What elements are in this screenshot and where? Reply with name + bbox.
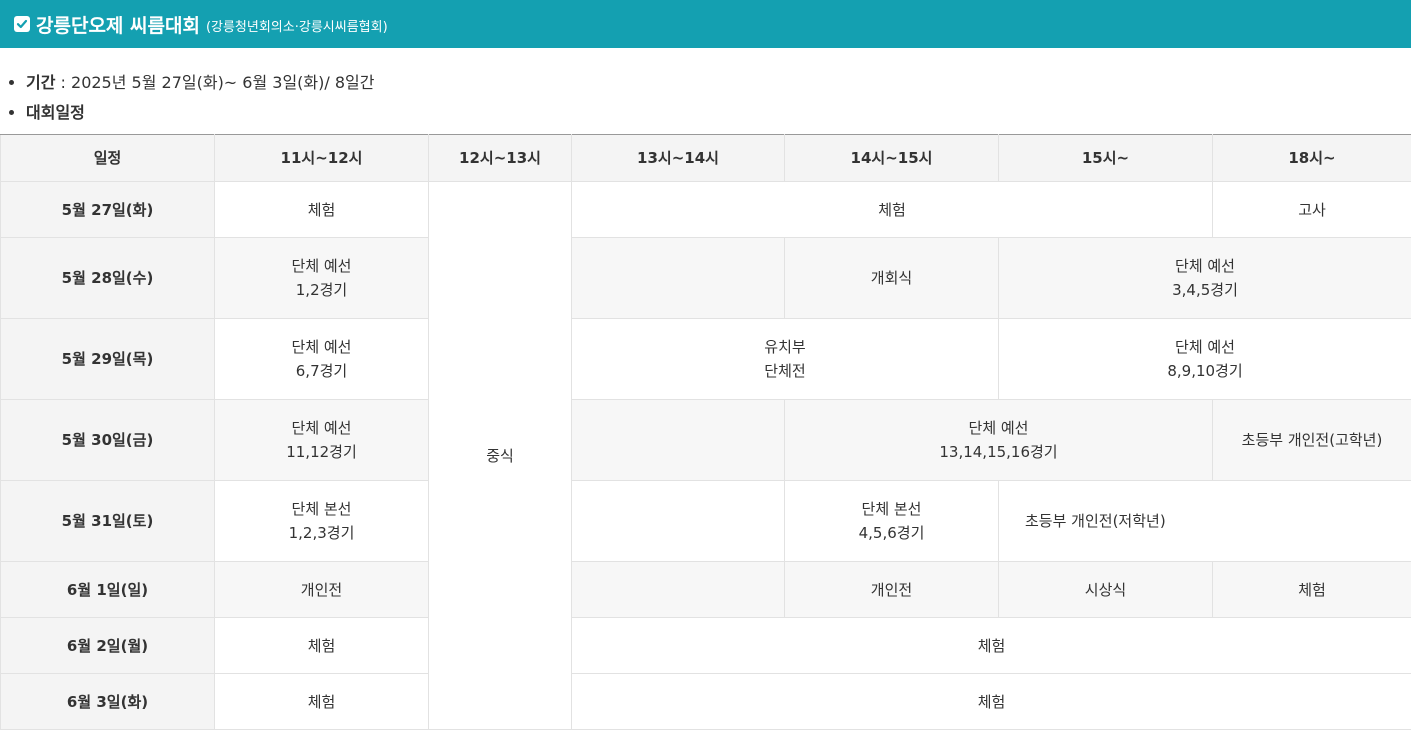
table-cell — [571, 399, 785, 481]
row-date: 5월 29일(목) — [0, 318, 215, 400]
table-cell: 단체 예선 8,9,10경기 — [998, 318, 1411, 400]
table-cell: 개회식 — [784, 237, 999, 319]
table-cell: 단체 예선 6,7경기 — [214, 318, 429, 400]
col-header-11: 11시~12시 — [214, 134, 429, 182]
lunch-cell: 중식 — [428, 181, 572, 730]
table-cell: 체험 — [214, 617, 429, 674]
table-cell — [571, 237, 785, 319]
table-cell: 초등부 개인전(고학년) — [1212, 399, 1411, 481]
table-cell: 초등부 개인전(저학년) — [998, 480, 1411, 562]
page-subtitle: (강릉청년회의소·강릉시씨름협회) — [205, 20, 388, 35]
checkbox-checked-icon — [14, 16, 30, 32]
col-header-14: 14시~15시 — [784, 134, 999, 182]
period-item: 기간 : 2025년 5월 27일(화)~ 6월 3일(화)/ 8일간 — [26, 68, 375, 98]
table-cell: 단체 예선 13,14,15,16경기 — [784, 399, 1213, 481]
table-cell: 단체 본선 1,2,3경기 — [214, 480, 429, 562]
table-cell: 체험 — [1212, 561, 1411, 618]
table-cell: 체험 — [571, 617, 1411, 674]
row-date: 5월 27일(화) — [0, 181, 215, 238]
table-row: 5월 31일(토) 단체 본선 1,2,3경기 단체 본선 4,5,6경기 초등… — [0, 480, 1411, 562]
schedule-label: 대회일정 — [26, 103, 85, 122]
row-date: 6월 2일(월) — [0, 617, 215, 674]
table-cell: 유치부 단체전 — [571, 318, 999, 400]
table-row: 5월 28일(수) 단체 예선 1,2경기 개회식 단체 예선 3,4,5경기 — [0, 237, 1411, 319]
col-header-15: 15시~ — [998, 134, 1213, 182]
col-header-13: 13시~14시 — [571, 134, 785, 182]
period-label: 기간 — [26, 73, 56, 92]
period-value: : 2025년 5월 27일(화)~ 6월 3일(화)/ 8일간 — [55, 73, 375, 92]
table-cell: 개인전 — [784, 561, 999, 618]
page-title: 강릉단오제 씨름대회 — [36, 14, 200, 37]
table-cell: 단체 예선 1,2경기 — [214, 237, 429, 319]
row-date: 6월 1일(일) — [0, 561, 215, 618]
row-date: 5월 31일(토) — [0, 480, 215, 562]
table-cell: 단체 본선 4,5,6경기 — [784, 480, 999, 562]
table-cell: 시상식 — [998, 561, 1213, 618]
col-header-date: 일정 — [0, 134, 215, 182]
table-cell: 체험 — [571, 181, 1213, 238]
table-row: 5월 29일(목) 단체 예선 6,7경기 유치부 단체전 단체 예선 8,9,… — [0, 318, 1411, 400]
table-row: 5월 30일(금) 단체 예선 11,12경기 단체 예선 13,14,15,1… — [0, 399, 1411, 481]
table-row: 6월 1일(일) 개인전 개인전 시상식 체험 — [0, 561, 1411, 618]
row-date: 5월 30일(금) — [0, 399, 215, 481]
row-date: 6월 3일(화) — [0, 673, 215, 730]
table-row: 6월 2일(월) 체험 체험 — [0, 617, 1411, 674]
table-cell: 체험 — [571, 673, 1411, 730]
table-row: 6월 3일(화) 체험 체험 — [0, 673, 1411, 730]
col-header-12: 12시~13시 — [428, 134, 572, 182]
table-cell: 단체 예선 11,12경기 — [214, 399, 429, 481]
row-date: 5월 28일(수) — [0, 237, 215, 319]
table-cell: 고사 — [1212, 181, 1411, 238]
schedule-item: 대회일정 — [26, 98, 375, 128]
info-list: 기간 : 2025년 5월 27일(화)~ 6월 3일(화)/ 8일간 대회일정 — [0, 68, 375, 128]
table-cell: 체험 — [214, 181, 429, 238]
table-cell: 단체 예선 3,4,5경기 — [998, 237, 1411, 319]
table-cell: 개인전 — [214, 561, 429, 618]
section-header: 강릉단오제 씨름대회 (강릉청년회의소·강릉시씨름협회) — [0, 0, 1411, 48]
table-cell — [571, 480, 785, 562]
col-header-18: 18시~ — [1212, 134, 1411, 182]
table-cell: 체험 — [214, 673, 429, 730]
table-header-row: 일정 11시~12시 12시~13시 13시~14시 14시~15시 15시~ … — [0, 134, 1411, 182]
table-cell — [571, 561, 785, 618]
schedule-table: 일정 11시~12시 12시~13시 13시~14시 14시~15시 15시~ … — [0, 134, 1411, 730]
table-row: 5월 27일(화) 체험 중식 체험 고사 — [0, 181, 1411, 730]
